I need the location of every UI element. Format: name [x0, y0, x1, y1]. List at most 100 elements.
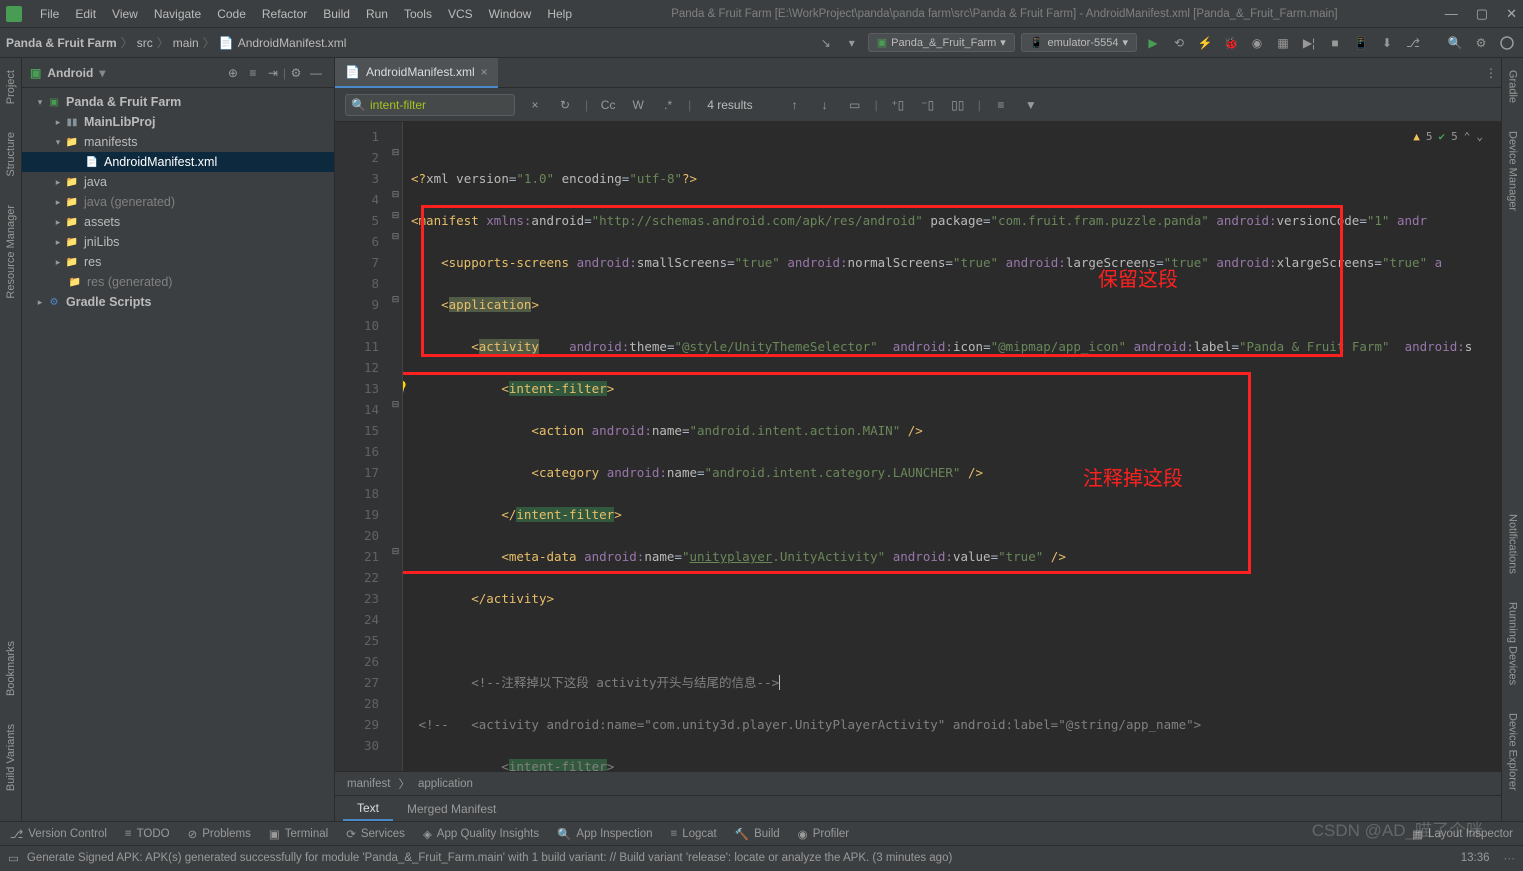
subtab-merged[interactable]: Merged Manifest: [393, 798, 510, 820]
tree-java-gen[interactable]: ▸📁java (generated): [22, 192, 334, 212]
debug-attach-icon[interactable]: ⟲: [1169, 33, 1189, 53]
status-message[interactable]: Generate Signed APK: APK(s) generated su…: [27, 852, 1453, 864]
breadcrumb-project[interactable]: Panda & Fruit Farm: [6, 36, 117, 50]
menu-navigate[interactable]: Navigate: [146, 5, 209, 23]
hide-panel-icon[interactable]: —: [306, 63, 326, 83]
match-case-icon[interactable]: Cc: [598, 95, 618, 115]
run-icon[interactable]: ▶: [1143, 33, 1163, 53]
code-content[interactable]: ▲5 ✔5 ⌃ ⌄ <?xml version="1.0" encoding="…: [403, 122, 1501, 771]
tool-terminal[interactable]: ▣Terminal: [269, 827, 328, 841]
add-selection-icon[interactable]: ⁺▯: [888, 95, 908, 115]
help-icon[interactable]: [1497, 33, 1517, 53]
search-input[interactable]: [345, 94, 515, 116]
tool-layout-inspector[interactable]: ▦Layout Inspector: [1412, 827, 1513, 841]
tree-root[interactable]: ▾▣Panda & Fruit Farm: [22, 92, 334, 112]
apply-changes-icon[interactable]: ⚡: [1195, 33, 1215, 53]
tool-resource-manager[interactable]: Resource Manager: [5, 199, 17, 305]
tool-gradle[interactable]: Gradle: [1507, 64, 1519, 109]
breadcrumb-file[interactable]: AndroidManifest.xml: [238, 36, 347, 50]
tree-gradle[interactable]: ▸⚙Gradle Scripts: [22, 292, 334, 312]
debug-icon[interactable]: 🐞: [1221, 33, 1241, 53]
tree-mainlib[interactable]: ▸▮▮MainLibProj: [22, 112, 334, 132]
run-config-device[interactable]: 📱emulator-5554▾: [1021, 33, 1137, 52]
tree-res-gen[interactable]: 📁res (generated): [22, 272, 334, 292]
menu-build[interactable]: Build: [315, 5, 358, 23]
close-icon[interactable]: ✕: [1506, 6, 1517, 22]
sync-icon[interactable]: ↘: [816, 33, 836, 53]
tree-jnilibs[interactable]: ▸📁jniLibs: [22, 232, 334, 252]
panel-settings-icon[interactable]: ⚙: [286, 63, 306, 83]
select-all-occurrences-icon[interactable]: ▯▯: [948, 95, 968, 115]
tool-app-inspection[interactable]: 🔍App Inspection: [557, 827, 652, 841]
filter-icon[interactable]: ▼: [1021, 95, 1041, 115]
breadcrumb-src[interactable]: src: [137, 36, 153, 50]
tool-todo[interactable]: ≡TODO: [125, 828, 170, 840]
tool-app-quality[interactable]: ◈App Quality Insights: [423, 827, 539, 841]
menu-file[interactable]: File: [32, 5, 67, 23]
run-config-module[interactable]: ▣Panda_&_Fruit_Farm▾: [868, 33, 1015, 52]
subtab-text[interactable]: Text: [343, 797, 393, 821]
collapse-all-icon[interactable]: ⇥: [263, 63, 283, 83]
code-editor[interactable]: 1234567891011121314151617181920212223242…: [335, 122, 1501, 771]
tool-notifications[interactable]: Notifications: [1507, 508, 1519, 580]
regex-icon[interactable]: .*: [658, 95, 678, 115]
minimize-icon[interactable]: —: [1445, 6, 1458, 22]
status-icon[interactable]: ▭: [8, 851, 19, 865]
tree-assets[interactable]: ▸📁assets: [22, 212, 334, 232]
chevron-down-icon[interactable]: ▾: [842, 33, 862, 53]
coverage-icon[interactable]: ▦: [1273, 33, 1293, 53]
attach-icon[interactable]: ▶¦: [1299, 33, 1319, 53]
tool-structure[interactable]: Structure: [5, 126, 17, 183]
menu-vcs[interactable]: VCS: [440, 5, 481, 23]
tool-version-control[interactable]: ⎇Version Control: [10, 827, 107, 841]
project-view-mode[interactable]: Android: [47, 66, 93, 80]
menu-tools[interactable]: Tools: [396, 5, 440, 23]
menu-code[interactable]: Code: [209, 5, 254, 23]
stop-icon[interactable]: ■: [1325, 33, 1345, 53]
tool-logcat[interactable]: ≡Logcat: [671, 828, 717, 840]
menu-edit[interactable]: Edit: [67, 5, 104, 23]
search-history-icon[interactable]: ↻: [555, 95, 575, 115]
tool-running-devices[interactable]: Running Devices: [1507, 596, 1519, 691]
menu-run[interactable]: Run: [358, 5, 396, 23]
search-select-all-icon[interactable]: ▭: [845, 95, 865, 115]
menu-window[interactable]: Window: [481, 5, 540, 23]
tree-res[interactable]: ▸📁res: [22, 252, 334, 272]
tree-manifest-file[interactable]: 📄AndroidManifest.xml: [22, 152, 334, 172]
tree-java[interactable]: ▸📁java: [22, 172, 334, 192]
toggle-filter-icon[interactable]: ≡: [991, 95, 1011, 115]
remove-selection-icon[interactable]: ⁻▯: [918, 95, 938, 115]
intention-bulb-icon[interactable]: 💡: [403, 378, 409, 399]
tool-services[interactable]: ⟳Services: [346, 827, 405, 841]
breadcrumb-main[interactable]: main: [173, 36, 199, 50]
expand-all-icon[interactable]: ≡: [243, 63, 263, 83]
tool-problems[interactable]: ⊘Problems: [188, 827, 251, 841]
avd-icon[interactable]: 📱: [1351, 33, 1371, 53]
tool-bookmarks[interactable]: Bookmarks: [5, 635, 17, 702]
profile-icon[interactable]: ◉: [1247, 33, 1267, 53]
tool-device-explorer[interactable]: Device Explorer: [1507, 707, 1519, 797]
tool-profiler[interactable]: ◉Profiler: [798, 827, 849, 841]
menu-view[interactable]: View: [104, 5, 146, 23]
crumb-application[interactable]: application: [418, 778, 473, 790]
tab-androidmanifest[interactable]: 📄AndroidManifest.xml×: [335, 58, 498, 88]
menu-help[interactable]: Help: [539, 5, 580, 23]
tree-manifests[interactable]: ▾📁manifests: [22, 132, 334, 152]
crumb-manifest[interactable]: manifest: [347, 778, 390, 790]
menu-refactor[interactable]: Refactor: [254, 5, 315, 23]
tool-build[interactable]: 🔨Build: [735, 827, 780, 841]
maximize-icon[interactable]: ▢: [1476, 6, 1488, 22]
settings-icon[interactable]: ⚙: [1471, 33, 1491, 53]
tab-close-icon[interactable]: ×: [481, 65, 488, 79]
inspection-summary[interactable]: ▲5 ✔5 ⌃ ⌄: [1413, 126, 1483, 147]
sdk-icon[interactable]: ⬇: [1377, 33, 1397, 53]
search-prev-icon[interactable]: ↑: [785, 95, 805, 115]
git-icon[interactable]: ⎇: [1403, 33, 1423, 53]
tab-options-icon[interactable]: ⋮: [1481, 63, 1501, 83]
search-clear-icon[interactable]: ×: [525, 95, 545, 115]
search-next-icon[interactable]: ↓: [815, 95, 835, 115]
tool-project[interactable]: Project: [5, 64, 17, 110]
tool-device-manager[interactable]: Device Manager: [1507, 125, 1519, 217]
search-everywhere-icon[interactable]: 🔍: [1445, 33, 1465, 53]
tool-build-variants[interactable]: Build Variants: [5, 718, 17, 797]
